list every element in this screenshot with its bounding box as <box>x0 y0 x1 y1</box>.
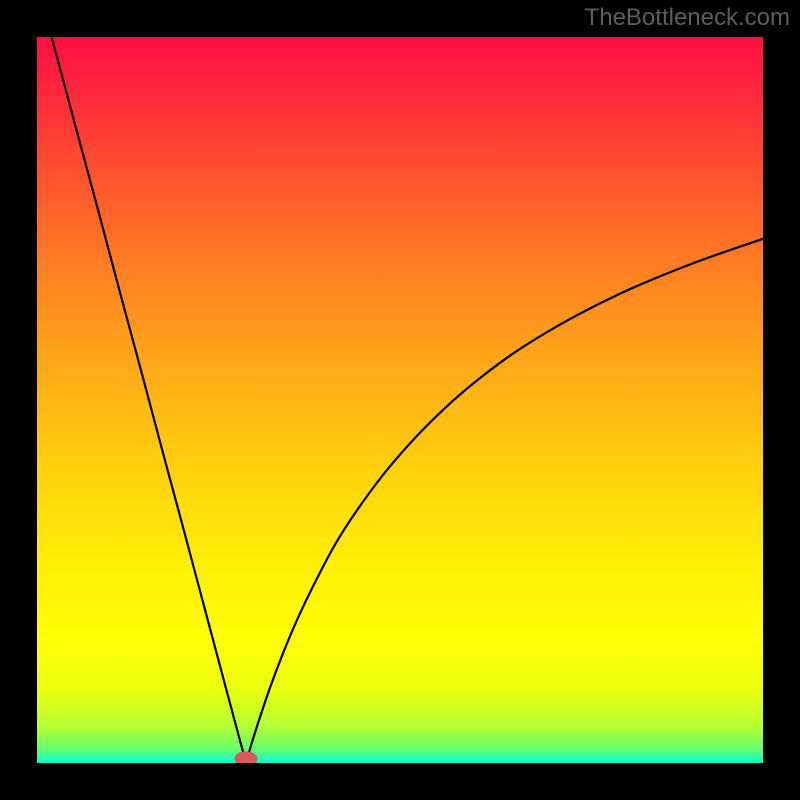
bottleneck-chart <box>0 0 800 800</box>
plot-area <box>37 37 763 763</box>
attribution-text: TheBottleneck.com <box>585 4 790 32</box>
chart-container: TheBottleneck.com <box>0 0 800 800</box>
